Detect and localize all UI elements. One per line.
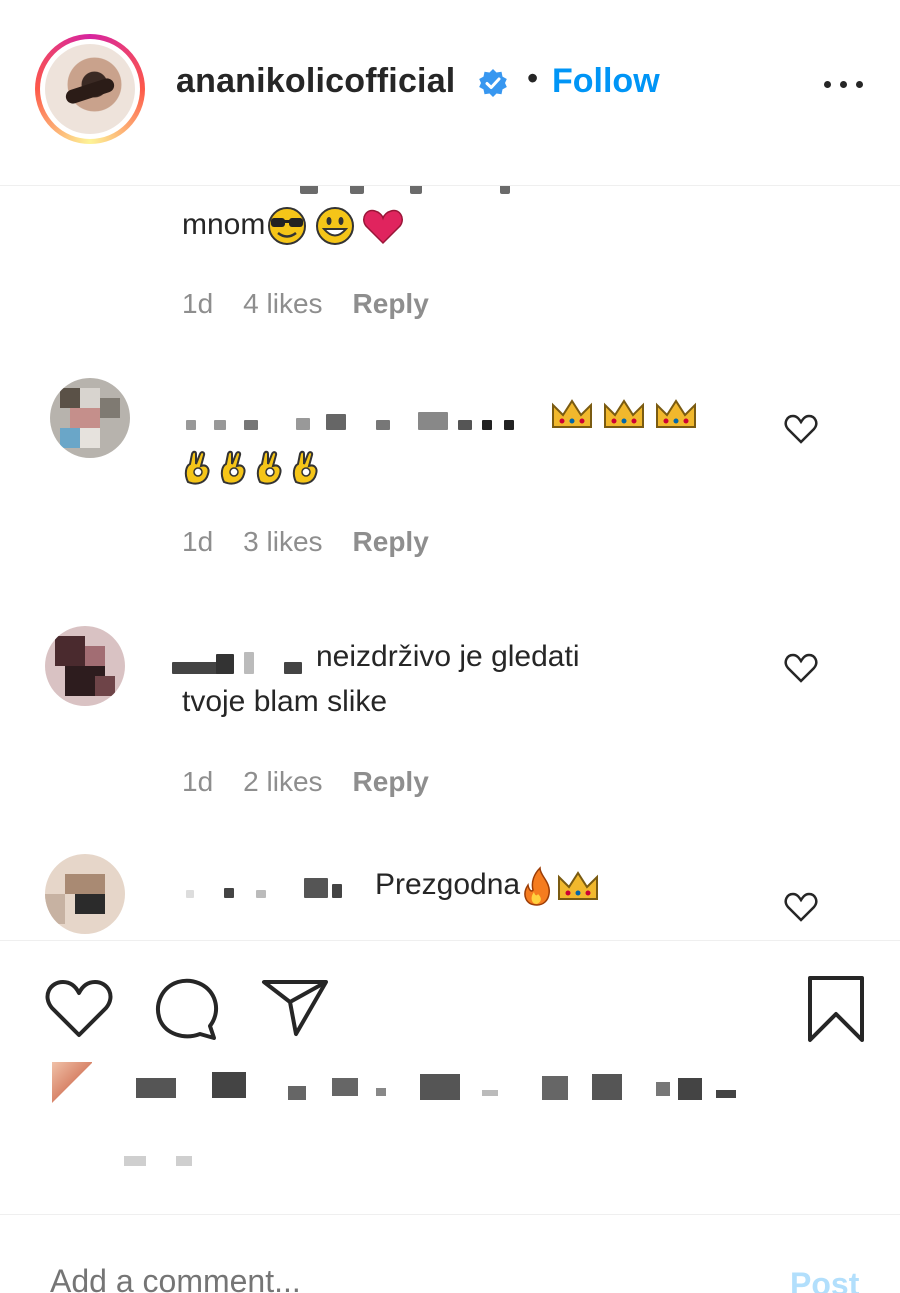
commenter-avatar[interactable] bbox=[50, 378, 130, 458]
crown-icon bbox=[552, 399, 592, 429]
composer-divider bbox=[0, 1214, 900, 1215]
reply-button[interactable]: Reply bbox=[353, 288, 429, 319]
comment-time: 1d bbox=[182, 288, 214, 319]
comment-likes[interactable]: 3 likes bbox=[243, 526, 322, 557]
crown-icon bbox=[558, 871, 599, 901]
paper-plane-icon[interactable] bbox=[260, 976, 330, 1038]
reply-button[interactable]: Reply bbox=[353, 766, 429, 797]
crown-icon bbox=[656, 399, 696, 429]
comment-text: neizdrživo je gledati bbox=[316, 640, 580, 673]
more-options-icon[interactable] bbox=[822, 74, 866, 94]
comment-likes[interactable]: 4 likes bbox=[243, 288, 322, 319]
comment-body: mnom bbox=[182, 208, 266, 241]
commenter-username[interactable] bbox=[186, 872, 366, 902]
post-button[interactable]: Post bbox=[790, 1266, 859, 1293]
heart-icon[interactable] bbox=[44, 978, 114, 1040]
actions-divider bbox=[0, 940, 900, 941]
liked-by-row[interactable] bbox=[52, 1062, 772, 1112]
commenter-avatar[interactable] bbox=[45, 626, 125, 706]
red-heart-icon bbox=[363, 209, 404, 245]
comment-text: mnom bbox=[182, 202, 405, 248]
commenter-username[interactable] bbox=[186, 404, 526, 434]
like-comment-heart-icon[interactable] bbox=[784, 653, 818, 683]
comment-meta: 1d 2 likes Reply bbox=[182, 766, 459, 798]
grinning-face-icon bbox=[316, 207, 355, 246]
header-separator: • bbox=[527, 60, 539, 96]
comment-meta: 1d 3 likes Reply bbox=[182, 526, 459, 558]
comment-time: 1d bbox=[182, 526, 214, 557]
username[interactable]: ananikolicofficial bbox=[176, 62, 455, 101]
bookmark-icon[interactable] bbox=[804, 974, 868, 1044]
ok-hand-icon bbox=[292, 450, 318, 485]
commenter-avatar[interactable] bbox=[45, 854, 125, 934]
comments-list: mnom 1d 4 likes Reply 1d 3 likes Reply n… bbox=[0, 186, 900, 940]
comment-text-line2: tvoje blam slike bbox=[182, 685, 388, 718]
comment-icon[interactable] bbox=[152, 976, 222, 1042]
instagram-post-view: ananikolicofficial • Follow mnom 1d 4 li… bbox=[0, 0, 900, 1293]
reply-button[interactable]: Reply bbox=[353, 526, 429, 557]
fire-icon bbox=[524, 866, 551, 906]
comment-likes[interactable]: 2 likes bbox=[243, 766, 322, 797]
crown-icon bbox=[604, 399, 644, 429]
comment-meta: 1d 4 likes Reply bbox=[182, 288, 459, 320]
ok-hand-icon bbox=[220, 450, 246, 485]
comment-time: 1d bbox=[182, 766, 214, 797]
truncated-comment-line bbox=[180, 186, 580, 194]
post-header: ananikolicofficial • Follow bbox=[0, 0, 900, 186]
follow-button[interactable]: Follow bbox=[552, 62, 660, 101]
commenter-username[interactable] bbox=[172, 648, 312, 678]
like-comment-heart-icon[interactable] bbox=[784, 414, 818, 444]
profile-avatar[interactable] bbox=[35, 34, 145, 144]
ok-hand-icon bbox=[184, 450, 210, 485]
avatar-photo bbox=[45, 44, 135, 134]
comment-emojis bbox=[550, 390, 698, 436]
smiling-face-with-sunglasses-icon bbox=[268, 207, 307, 246]
comment-emojis-line2 bbox=[182, 444, 322, 490]
add-comment-input[interactable] bbox=[48, 1262, 652, 1293]
comment-text: Prezgodna bbox=[375, 862, 600, 908]
post-timestamp bbox=[124, 1152, 204, 1172]
ok-hand-icon bbox=[256, 450, 282, 485]
comment-body: Prezgodna bbox=[375, 868, 521, 901]
verified-badge-icon bbox=[479, 69, 507, 97]
like-comment-heart-icon[interactable] bbox=[784, 892, 818, 922]
